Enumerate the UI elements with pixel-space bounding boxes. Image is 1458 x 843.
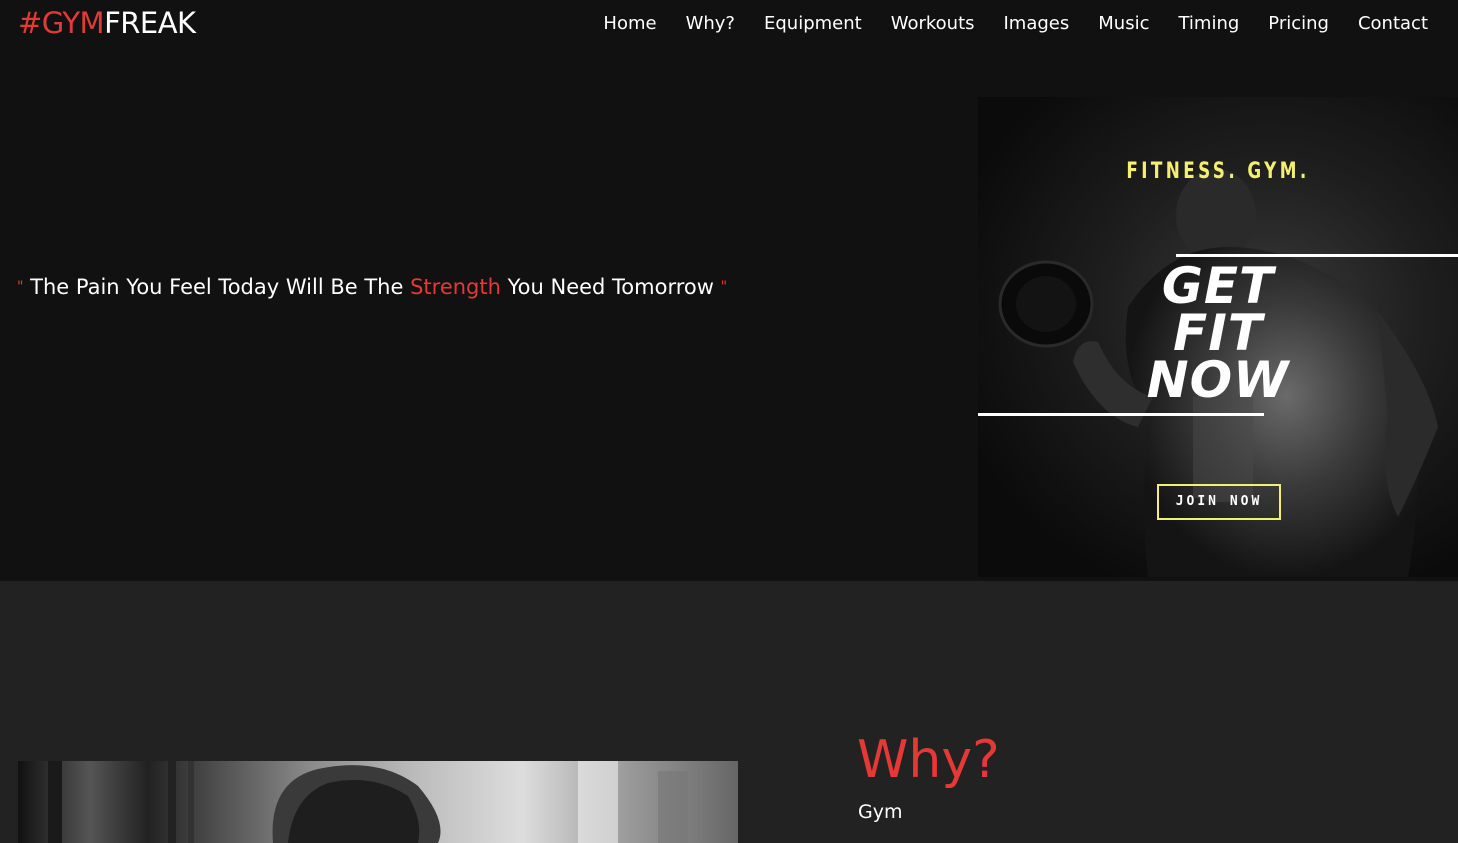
quote-text-after: You Need Tomorrow — [507, 275, 714, 299]
quote-close-mark: " — [720, 279, 728, 295]
nav-equipment-link[interactable]: Equipment — [764, 12, 862, 36]
poster-headline-line-2: FIT — [1173, 304, 1263, 362]
quote-text-before: The Pain You Feel Today Will Be The — [30, 275, 404, 299]
nav-workouts-link[interactable]: Workouts — [891, 12, 975, 36]
poster-headline: GET FIT NOW — [1128, 257, 1308, 409]
poster-divider-bottom — [978, 413, 1264, 416]
nav-music-link[interactable]: Music — [1098, 12, 1149, 36]
why-section: Why? Gym — [0, 581, 1458, 843]
brand-logo[interactable]: #GYMFREAK — [18, 4, 196, 42]
quote-highlight: Strength — [410, 275, 501, 299]
brand-suffix: FREAK — [104, 6, 196, 40]
nav-pricing-link[interactable]: Pricing — [1268, 12, 1329, 36]
nav-images-link[interactable]: Images — [1004, 12, 1070, 36]
poster-headline-line-3: NOW — [1146, 351, 1290, 409]
brand-prefix: #GYM — [18, 6, 105, 40]
navbar: #GYMFREAK Home Why? Equipment Workouts I… — [0, 0, 1458, 50]
why-section-photo — [18, 761, 738, 843]
why-title: Why? — [857, 730, 1000, 790]
hero-poster-image: FITNESS. GYM. GET FIT NOW JOIN NOW — [978, 97, 1458, 577]
hero-quote: " The Pain You Feel Today Will Be The St… — [17, 272, 727, 302]
athlete-photo-icon — [48, 761, 688, 843]
poster-headline-line-1: GET — [1161, 257, 1275, 315]
poster-tagline: FITNESS. GYM. — [1126, 159, 1310, 184]
nav-links: Home Why? Equipment Workouts Images Musi… — [603, 12, 1428, 36]
nav-why-link[interactable]: Why? — [686, 12, 735, 36]
nav-timing-link[interactable]: Timing — [1178, 12, 1239, 36]
nav-home-link[interactable]: Home — [603, 12, 656, 36]
nav-contact-link[interactable]: Contact — [1358, 12, 1428, 36]
hero-section: " The Pain You Feel Today Will Be The St… — [0, 50, 1458, 581]
join-now-button[interactable]: JOIN NOW — [1157, 484, 1281, 520]
why-subtitle: Gym — [858, 801, 903, 823]
quote-open-mark: " — [17, 279, 24, 295]
